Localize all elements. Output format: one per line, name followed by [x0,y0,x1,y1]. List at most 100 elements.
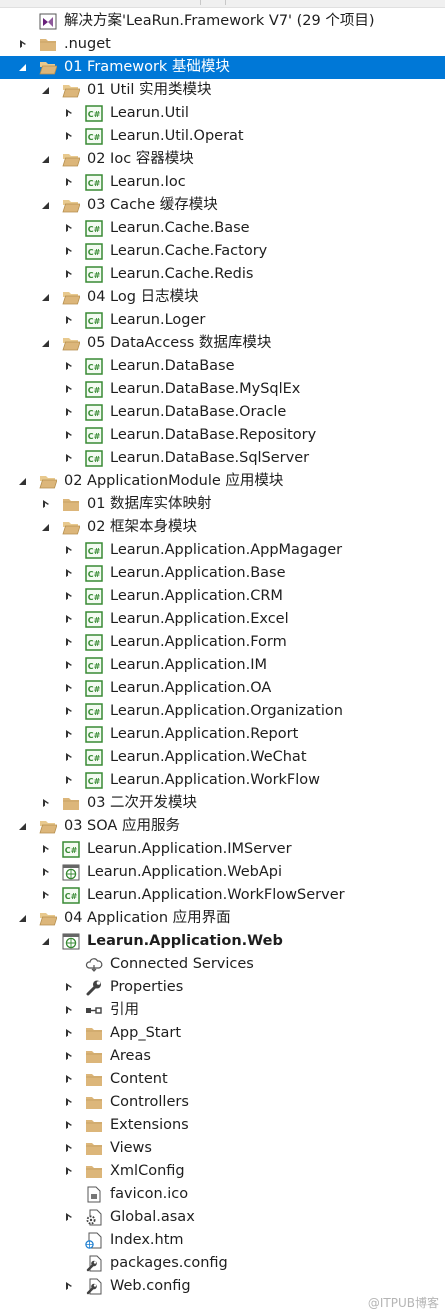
expanded-arrow-icon[interactable] [17,56,29,79]
tree-item[interactable]: C# Learun.Application.OA [0,677,445,700]
tree-item[interactable]: packages.config [0,1252,445,1275]
tree-item[interactable]: C# Learun.Application.WeChat [0,746,445,769]
tree-item[interactable]: Areas [0,1045,445,1068]
expanded-arrow-icon[interactable] [40,148,52,171]
tree-item[interactable]: 04 Application 应用界面 [0,907,445,930]
collapsed-arrow-icon[interactable] [63,1068,75,1091]
tree-item[interactable]: Controllers [0,1091,445,1114]
collapsed-arrow-icon[interactable] [63,1160,75,1183]
tree-item[interactable]: 解决方案'LeaRun.Framework V7' (29 个项目) [0,10,445,33]
tree-item[interactable]: 03 SOA 应用服务 [0,815,445,838]
collapsed-arrow-icon[interactable] [40,884,52,907]
tree-item[interactable]: Global.asax [0,1206,445,1229]
collapsed-arrow-icon[interactable] [63,608,75,631]
expanded-arrow-icon[interactable] [40,930,52,953]
collapsed-arrow-icon[interactable] [63,378,75,401]
tree-item[interactable]: C# Learun.Application.Base [0,562,445,585]
collapsed-arrow-icon[interactable] [63,1022,75,1045]
expanded-arrow-icon[interactable] [40,79,52,102]
tree-item[interactable]: C# Learun.Loger [0,309,445,332]
expanded-arrow-icon[interactable] [40,286,52,309]
collapsed-arrow-icon[interactable] [63,562,75,585]
tree-item[interactable]: C# Learun.DataBase.Repository [0,424,445,447]
collapsed-arrow-icon[interactable] [40,838,52,861]
expanded-arrow-icon[interactable] [40,194,52,217]
tree-item[interactable]: .nuget [0,33,445,56]
tree-item[interactable]: C# Learun.Cache.Factory [0,240,445,263]
collapsed-arrow-icon[interactable] [63,654,75,677]
collapsed-arrow-icon[interactable] [63,447,75,470]
collapsed-arrow-icon[interactable] [63,263,75,286]
collapsed-arrow-icon[interactable] [63,240,75,263]
tree-item[interactable]: Learun.Application.Web [0,930,445,953]
tree-item[interactable]: C# Learun.Application.Report [0,723,445,746]
collapsed-arrow-icon[interactable] [63,1275,75,1298]
tree-item[interactable]: C# Learun.Application.Form [0,631,445,654]
tree-item[interactable]: C# Learun.Application.WorkFlowServer [0,884,445,907]
tree-item[interactable]: C# Learun.DataBase [0,355,445,378]
collapsed-arrow-icon[interactable] [63,125,75,148]
tree-item[interactable]: C# Learun.Application.AppMagager [0,539,445,562]
collapsed-arrow-icon[interactable] [63,700,75,723]
collapsed-arrow-icon[interactable] [63,999,75,1022]
collapsed-arrow-icon[interactable] [63,217,75,240]
tree-item[interactable]: Extensions [0,1114,445,1137]
tree-item[interactable]: Views [0,1137,445,1160]
tree-item[interactable]: XmlConfig [0,1160,445,1183]
tree-item[interactable]: 03 二次开发模块 [0,792,445,815]
tree-item[interactable]: C# Learun.Application.IMServer [0,838,445,861]
collapsed-arrow-icon[interactable] [63,1206,75,1229]
tree-item[interactable]: 04 Log 日志模块 [0,286,445,309]
tree-item[interactable]: C# Learun.DataBase.SqlServer [0,447,445,470]
tree-item[interactable]: C# Learun.Util.Operat [0,125,445,148]
expanded-arrow-icon[interactable] [17,470,29,493]
collapsed-arrow-icon[interactable] [63,631,75,654]
collapsed-arrow-icon[interactable] [63,746,75,769]
expanded-arrow-icon[interactable] [17,907,29,930]
tree-item[interactable]: Properties [0,976,445,999]
collapsed-arrow-icon[interactable] [63,102,75,125]
tree-item[interactable]: C# Learun.DataBase.Oracle [0,401,445,424]
tree-item[interactable]: C# Learun.Cache.Redis [0,263,445,286]
tree-item[interactable]: Learun.Application.WebApi [0,861,445,884]
collapsed-arrow-icon[interactable] [40,493,52,516]
collapsed-arrow-icon[interactable] [63,171,75,194]
collapsed-arrow-icon[interactable] [63,1137,75,1160]
tree-item[interactable]: favicon.ico [0,1183,445,1206]
collapsed-arrow-icon[interactable] [63,355,75,378]
tree-item[interactable]: C# Learun.Application.WorkFlow [0,769,445,792]
tree-item[interactable]: App_Start [0,1022,445,1045]
tree-item[interactable]: 02 框架本身模块 [0,516,445,539]
collapsed-arrow-icon[interactable] [63,769,75,792]
tree-item[interactable]: 02 Ioc 容器模块 [0,148,445,171]
tree-item[interactable]: Connected Services [0,953,445,976]
expanded-arrow-icon[interactable] [40,332,52,355]
collapsed-arrow-icon[interactable] [40,792,52,815]
tree-item[interactable]: 02 ApplicationModule 应用模块 [0,470,445,493]
collapsed-arrow-icon[interactable] [40,861,52,884]
tree-item[interactable]: C# Learun.Util [0,102,445,125]
collapsed-arrow-icon[interactable] [63,677,75,700]
collapsed-arrow-icon[interactable] [63,424,75,447]
tree-item[interactable]: 01 Util 实用类模块 [0,79,445,102]
tree-item[interactable]: 05 DataAccess 数据库模块 [0,332,445,355]
tree-item[interactable]: C# Learun.Cache.Base [0,217,445,240]
collapsed-arrow-icon[interactable] [63,539,75,562]
tree-item[interactable]: 03 Cache 缓存模块 [0,194,445,217]
collapsed-arrow-icon[interactable] [63,1091,75,1114]
collapsed-arrow-icon[interactable] [17,33,29,56]
tree-item[interactable]: Index.htm [0,1229,445,1252]
collapsed-arrow-icon[interactable] [63,1045,75,1068]
collapsed-arrow-icon[interactable] [63,309,75,332]
tree-item[interactable]: C# Learun.DataBase.MySqlEx [0,378,445,401]
expanded-arrow-icon[interactable] [17,815,29,838]
collapsed-arrow-icon[interactable] [63,585,75,608]
collapsed-arrow-icon[interactable] [63,401,75,424]
tree-item[interactable]: C# Learun.Application.IM [0,654,445,677]
tree-item[interactable]: 引用 [0,999,445,1022]
collapsed-arrow-icon[interactable] [63,976,75,999]
tree-item[interactable]: C# Learun.Application.Organization [0,700,445,723]
tree-item[interactable]: C# Learun.Application.CRM [0,585,445,608]
collapsed-arrow-icon[interactable] [63,1114,75,1137]
tree-item[interactable]: 01 Framework 基础模块 [0,56,445,79]
